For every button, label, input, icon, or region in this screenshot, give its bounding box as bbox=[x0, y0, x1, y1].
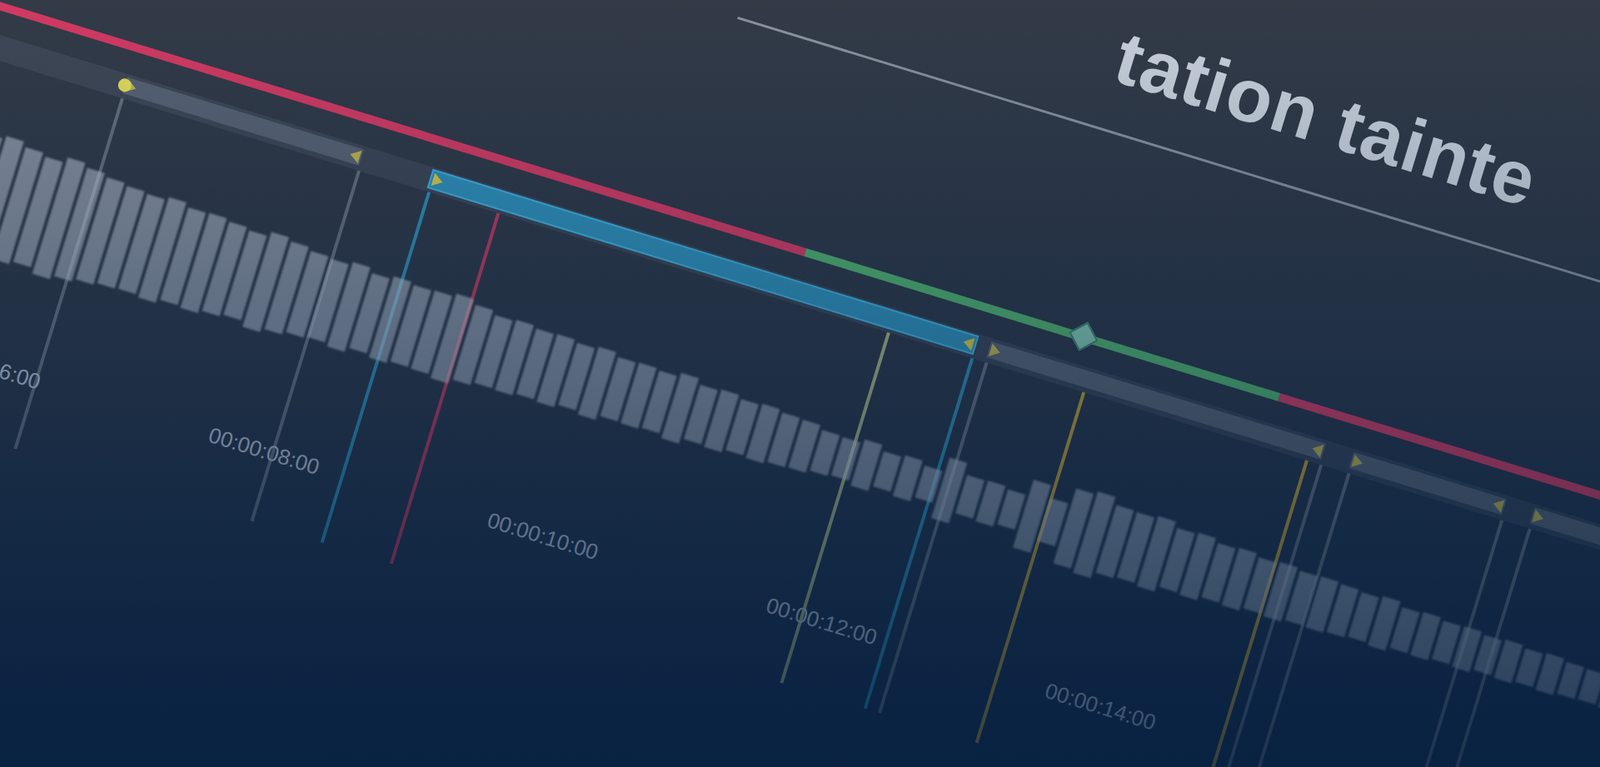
in-point-icon[interactable] bbox=[1350, 453, 1365, 470]
sequence-title: tation tainte bbox=[1105, 14, 1547, 225]
timecode-label: 00:00:08:00 bbox=[205, 422, 357, 491]
clip[interactable] bbox=[1530, 507, 1600, 690]
keyframe-icon[interactable] bbox=[1068, 321, 1098, 351]
in-point-icon[interactable] bbox=[1531, 509, 1546, 526]
out-point-icon[interactable] bbox=[961, 335, 976, 352]
out-point-icon[interactable] bbox=[1310, 442, 1324, 459]
timeline-screen: tation tainte 00:00:06:00 00:00:08:00 00:00… bbox=[0, 0, 1600, 767]
marker-line[interactable] bbox=[877, 362, 988, 714]
out-point-icon[interactable] bbox=[1491, 497, 1506, 514]
clip[interactable] bbox=[122, 77, 364, 166]
in-point-icon[interactable] bbox=[988, 343, 1002, 359]
timecode-label: 00:00:14:00 bbox=[1041, 677, 1193, 747]
gradient-overlay bbox=[0, 0, 1600, 767]
out-point-icon[interactable] bbox=[348, 147, 362, 164]
timeline-canvas: tation tainte 00:00:06:00 00:00:08:00 00:00… bbox=[0, 0, 1600, 767]
timecode-label: 00:00:06:00 bbox=[0, 337, 78, 406]
marker-line[interactable] bbox=[863, 358, 974, 710]
timecode-label: 00:00:10:00 bbox=[483, 507, 635, 576]
in-point-icon[interactable] bbox=[430, 173, 444, 190]
